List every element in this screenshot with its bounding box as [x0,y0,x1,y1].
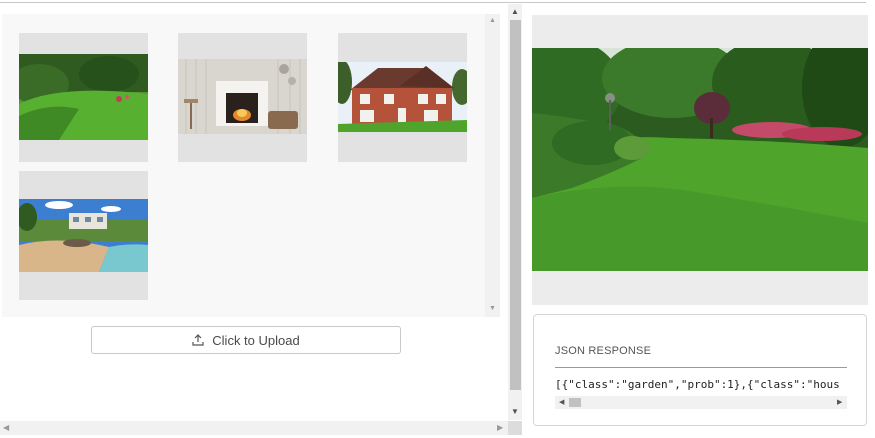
json-title-divider [555,367,847,368]
scroll-left-icon[interactable]: ◀ [559,396,564,409]
json-response-text[interactable]: [{"class":"garden","prob":1},{"class":"h… [555,378,847,391]
preview-garden-image [532,48,868,271]
scroll-left-icon[interactable]: ◀ [3,421,9,435]
thumbnail-garden[interactable] [19,33,148,162]
json-response-panel: JSON RESPONSE [{"class":"garden","prob":… [533,314,867,426]
scroll-right-icon[interactable]: ▶ [497,421,503,435]
upload-icon [192,334,204,346]
gallery-scrollbar[interactable]: ▲ ▼ [485,14,500,317]
scroll-down-icon[interactable]: ▼ [485,304,500,314]
thumbnail-fireplace[interactable] [178,33,307,162]
thumbnail-house[interactable] [338,33,467,162]
upload-button[interactable]: Click to Upload [91,326,401,354]
image-preview [532,15,868,305]
vertical-scroll-thumb[interactable] [510,20,521,390]
upload-button-label: Click to Upload [212,332,300,348]
json-scroll-thumb[interactable] [569,398,581,407]
page-horizontal-scrollbar[interactable]: ◀ ▶ [0,421,508,435]
scroll-down-icon[interactable]: ▼ [508,406,522,418]
scroll-up-icon[interactable]: ▲ [485,16,500,26]
thumbnail-beach-house[interactable] [19,171,148,300]
json-response-title: JSON RESPONSE [555,345,652,357]
image-gallery [2,14,500,317]
json-horizontal-scrollbar[interactable]: ◀ ▶ [555,396,847,409]
scrollbar-corner [508,421,522,435]
scroll-right-icon[interactable]: ▶ [837,396,842,409]
scroll-up-icon[interactable]: ▲ [508,6,522,18]
top-divider [0,2,866,3]
